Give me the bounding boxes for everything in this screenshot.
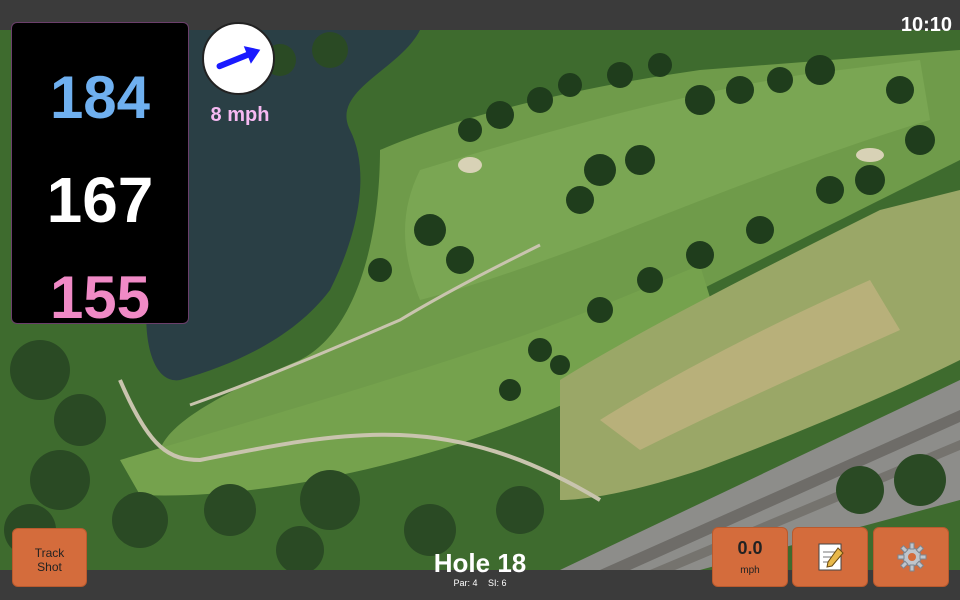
status-clock: 10:10 [900,14,952,36]
track-shot-button[interactable]: Track Shot [12,528,87,587]
wind-speed-label: 8 mph [210,104,270,126]
hole-stroke-index: SI: 6 [488,578,507,588]
hole-par: Par: 4 [453,578,478,588]
distance-panel: 184 167 155 [11,22,189,331]
wind-indicator [202,22,275,95]
track-shot-label-line2: Shot [37,560,62,574]
notes-button[interactable] [792,527,868,587]
hole-details: Par: 4 SI: 6 [380,578,580,588]
front-distance: 155 [49,264,151,331]
hole-title: Hole 18 [433,548,527,578]
speed-value: 0.0 [737,538,763,558]
gear-icon [897,542,927,572]
back-distance: 184 [49,64,151,131]
settings-button[interactable] [873,527,949,587]
track-shot-label-line1: Track [34,546,65,560]
speed-unit: mph [740,565,760,576]
speed-button[interactable]: 0.0 mph [712,527,788,587]
wind-arrow-icon [216,46,261,70]
notepad-icon [818,543,844,571]
middle-distance: 167 [46,164,154,236]
